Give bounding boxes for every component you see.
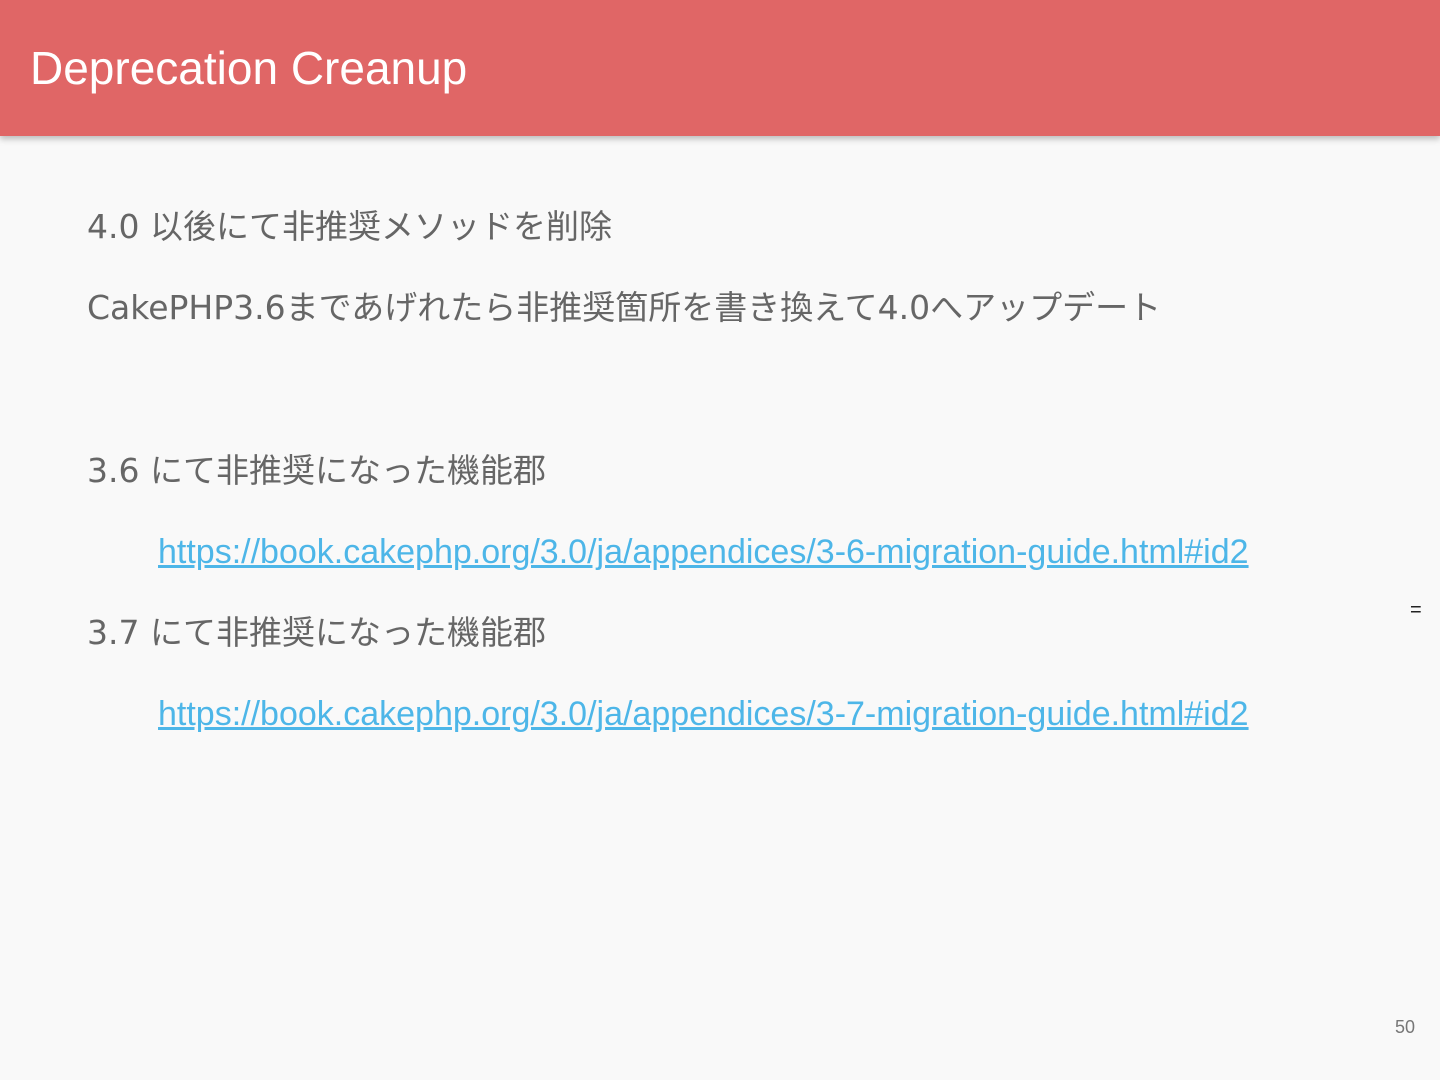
section-3-6-heading: 3.6 にて非推奨になった機能郡 (87, 451, 546, 490)
migration-guide-3-7-link[interactable]: https://book.cakephp.org/3.0/ja/appendic… (158, 694, 1249, 734)
section-3-7-heading: 3.7 にて非推奨になった機能郡 (87, 613, 546, 652)
page-number: 50 (1394, 1017, 1415, 1037)
side-mark: = (1410, 599, 1422, 621)
slide-title: Deprecation Creanup (30, 42, 468, 94)
deprecation-removal-text: 4.0 以後にて非推奨メソッドを削除 (87, 207, 612, 246)
slide-header: Deprecation Creanup (0, 0, 1440, 136)
migration-guide-3-6-link[interactable]: https://book.cakephp.org/3.0/ja/appendic… (158, 532, 1249, 572)
update-instruction-text: CakePHP3.6まであげれたら非推奨箇所を書き換えて4.0へアップデート (87, 288, 1162, 327)
